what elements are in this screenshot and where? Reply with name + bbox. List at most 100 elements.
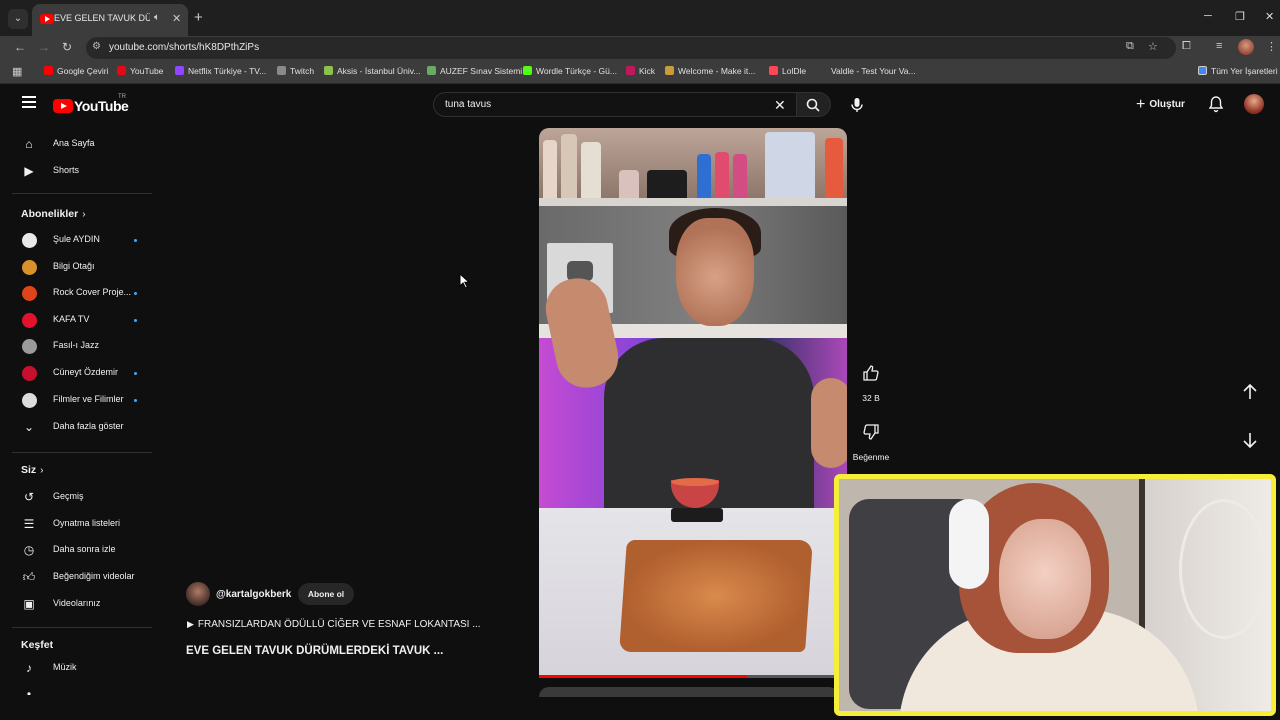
browser-profile-avatar[interactable] bbox=[1238, 39, 1254, 55]
subscriptions-header[interactable]: Abonelikler › bbox=[21, 208, 86, 220]
bookmark-item[interactable]: LolDle bbox=[769, 66, 806, 76]
streamer-webcam-overlay bbox=[834, 474, 1276, 716]
site-info-icon[interactable]: ⚙ bbox=[92, 41, 101, 52]
sidebar-item-label: Geçmiş bbox=[53, 491, 84, 501]
minimize-icon[interactable]: ─ bbox=[1204, 10, 1212, 22]
channel-handle[interactable]: @kartalgokberk bbox=[216, 589, 291, 600]
channel-avatar[interactable] bbox=[186, 582, 210, 606]
window-close-icon[interactable]: ✕ bbox=[1265, 10, 1274, 23]
play-triangle-icon: ▶ bbox=[187, 619, 194, 629]
bookmark-item[interactable]: Aksis - İstanbul Üniv... bbox=[324, 66, 420, 76]
short-title[interactable]: EVE GELEN TAVUK DÜRÜMLERDEKİ TAVUK ... bbox=[186, 645, 443, 657]
dislike-button[interactable]: Beğenme bbox=[851, 423, 891, 462]
sidebar-item-label: Shorts bbox=[53, 164, 80, 175]
bookmarks-bar: ▦ Tüm Yer İşaretleri Google Çeviri YouTub… bbox=[0, 60, 1280, 84]
menu-icon[interactable] bbox=[22, 96, 36, 111]
extensions-icon[interactable]: ⧠ bbox=[1182, 40, 1191, 53]
tab-close-icon[interactable]: ✕ bbox=[172, 12, 181, 25]
next-short-preview[interactable] bbox=[539, 687, 839, 697]
browser-tab[interactable]: EVE GELEN TAVUK DÜRÜMLERDEKİ TAVUK ... 🔈… bbox=[32, 4, 188, 36]
bookmark-item[interactable]: AUZEF Sınav Sistemi bbox=[427, 66, 522, 76]
clear-search-icon[interactable]: ✕ bbox=[774, 97, 786, 114]
apps-icon[interactable]: ▦ bbox=[12, 65, 22, 78]
sidebar-item-your-videos[interactable]: ▣ Videolarınız bbox=[0, 591, 160, 617]
video-progress-bar[interactable] bbox=[539, 675, 836, 678]
sidebar-subscription-item[interactable]: Şule AYDIN bbox=[0, 227, 160, 253]
sidebar-item-clock[interactable]: ◷ Daha sonra izle bbox=[0, 537, 160, 563]
bookmark-item[interactable]: Kick bbox=[626, 66, 655, 76]
sidebar-subscription-item[interactable]: Fasıl-ı Jazz bbox=[0, 333, 160, 359]
short-music-link[interactable]: ▶ FRANSIZLARDAN ÖDÜLLÜ CİĞER VE ESNAF LOK… bbox=[187, 619, 481, 630]
bookmark-item[interactable]: Valdle - Test Your Va... bbox=[818, 66, 916, 76]
video-progress-fill bbox=[539, 675, 747, 678]
back-icon[interactable]: ← bbox=[14, 40, 26, 54]
chevron-right-icon: › bbox=[40, 465, 44, 476]
sidebar-divider bbox=[12, 452, 152, 453]
streamer-face bbox=[999, 519, 1091, 639]
sidebar-item-shorts[interactable]: ▶ Shorts bbox=[0, 158, 160, 184]
search-input[interactable]: tuna tavus ✕ bbox=[433, 92, 797, 117]
shorts-icon: ▶ bbox=[24, 163, 34, 178]
plus-icon: + bbox=[1136, 96, 1146, 113]
bookmark-item[interactable]: Wordle Türkçe - Gü... bbox=[523, 66, 617, 76]
new-tab-icon[interactable]: + bbox=[194, 9, 203, 26]
forward-icon[interactable]: → bbox=[38, 40, 50, 54]
short-video-player[interactable] bbox=[539, 128, 847, 678]
reload-icon[interactable]: ↻ bbox=[62, 40, 72, 54]
bookmark-item[interactable]: Welcome - Make it... bbox=[665, 66, 755, 76]
sidebar-subscription-item[interactable]: Filmler ve Filimler bbox=[0, 387, 160, 413]
sidebar-subscription-item[interactable]: KAFA TV bbox=[0, 307, 160, 333]
sidebar-item-label: Ana Sayfa bbox=[53, 138, 95, 148]
voice-search-button[interactable] bbox=[846, 94, 868, 116]
youtube-logo[interactable]: YouTube TR bbox=[53, 94, 129, 115]
subscribe-button[interactable]: Abone ol bbox=[298, 583, 354, 605]
bookmark-star-icon[interactable]: ☆ bbox=[1148, 40, 1158, 53]
tab-search-icon[interactable]: ⌄ bbox=[8, 9, 28, 29]
thumb-down-icon bbox=[863, 424, 879, 440]
dislike-label: Beğenme bbox=[852, 452, 890, 462]
tab-audio-icon[interactable]: 🔈︎ bbox=[154, 12, 160, 23]
person-head bbox=[676, 218, 754, 326]
account-avatar[interactable] bbox=[1244, 94, 1264, 114]
sidebar-subscription-item[interactable]: Cüneyt Özdemir bbox=[0, 360, 160, 386]
sidebar-item-partial[interactable]: • bbox=[0, 681, 160, 695]
bookmark-item[interactable]: Google Çeviri bbox=[44, 66, 109, 76]
all-bookmarks[interactable]: Tüm Yer İşaretleri bbox=[1198, 66, 1278, 76]
sidebar-item-playlist[interactable]: ☰ Oynatma listeleri bbox=[0, 511, 160, 537]
bookmark-favicon-icon bbox=[523, 66, 532, 75]
install-app-icon[interactable]: ⧉ bbox=[1126, 40, 1134, 53]
sidebar-item-music[interactable]: ♪ Müzik bbox=[0, 655, 160, 681]
maximize-icon[interactable]: ❐ bbox=[1235, 10, 1245, 23]
sidebar-item-thumb-up[interactable]: 👍︎ Beğendiğim videolar bbox=[0, 564, 160, 590]
search-icon bbox=[806, 98, 820, 112]
notifications-button[interactable] bbox=[1208, 95, 1224, 118]
previous-short-button[interactable] bbox=[1240, 382, 1260, 402]
bookmark-item[interactable]: YouTube bbox=[117, 66, 163, 76]
mouse-cursor-icon bbox=[459, 273, 471, 289]
youtube-play-icon bbox=[53, 98, 73, 113]
sidebar-subscription-item[interactable]: Bilgi Otağı bbox=[0, 254, 160, 280]
sidebar-item-label: Rock Cover Proje... bbox=[53, 287, 132, 298]
sidebar-subscription-item[interactable]: Rock Cover Proje... bbox=[0, 280, 160, 306]
url-field[interactable]: ⚙ youtube.com/shorts/hK8DPthZiPs ⧉ ☆ bbox=[86, 37, 1176, 59]
search-button[interactable] bbox=[797, 92, 831, 117]
create-button[interactable]: + Oluştur bbox=[1136, 96, 1185, 114]
like-count: 32 B bbox=[862, 393, 880, 403]
bookmark-item[interactable]: Netflix Türkiye - TV... bbox=[175, 66, 266, 76]
url-text: youtube.com/shorts/hK8DPthZiPs bbox=[109, 42, 260, 53]
sidebar: ⌂ Ana Sayfa ▶ Shorts Abonelikler › Şule AYDIN B… bbox=[0, 130, 160, 695]
sidebar-item-label: Daha sonra izle bbox=[53, 544, 116, 555]
bookmark-item[interactable]: Twitch bbox=[277, 66, 314, 76]
media-control-icon[interactable]: ≡ bbox=[1216, 40, 1222, 52]
sidebar-item-home[interactable]: ⌂ Ana Sayfa bbox=[0, 131, 160, 157]
show-more-button[interactable]: ⌄ Daha fazla göster bbox=[0, 414, 160, 440]
sidebar-item-label: Müzik bbox=[53, 662, 77, 672]
you-header[interactable]: Siz › bbox=[21, 464, 44, 476]
channel-avatar bbox=[22, 366, 37, 381]
bookmark-favicon-icon bbox=[769, 66, 778, 75]
channel-avatar bbox=[22, 259, 37, 275]
browser-menu-icon[interactable]: ⋮ bbox=[1266, 40, 1277, 53]
sidebar-item-history[interactable]: ↺ Geçmiş bbox=[0, 484, 160, 510]
next-short-button[interactable] bbox=[1240, 430, 1260, 450]
like-button[interactable]: 32 B bbox=[851, 364, 891, 403]
